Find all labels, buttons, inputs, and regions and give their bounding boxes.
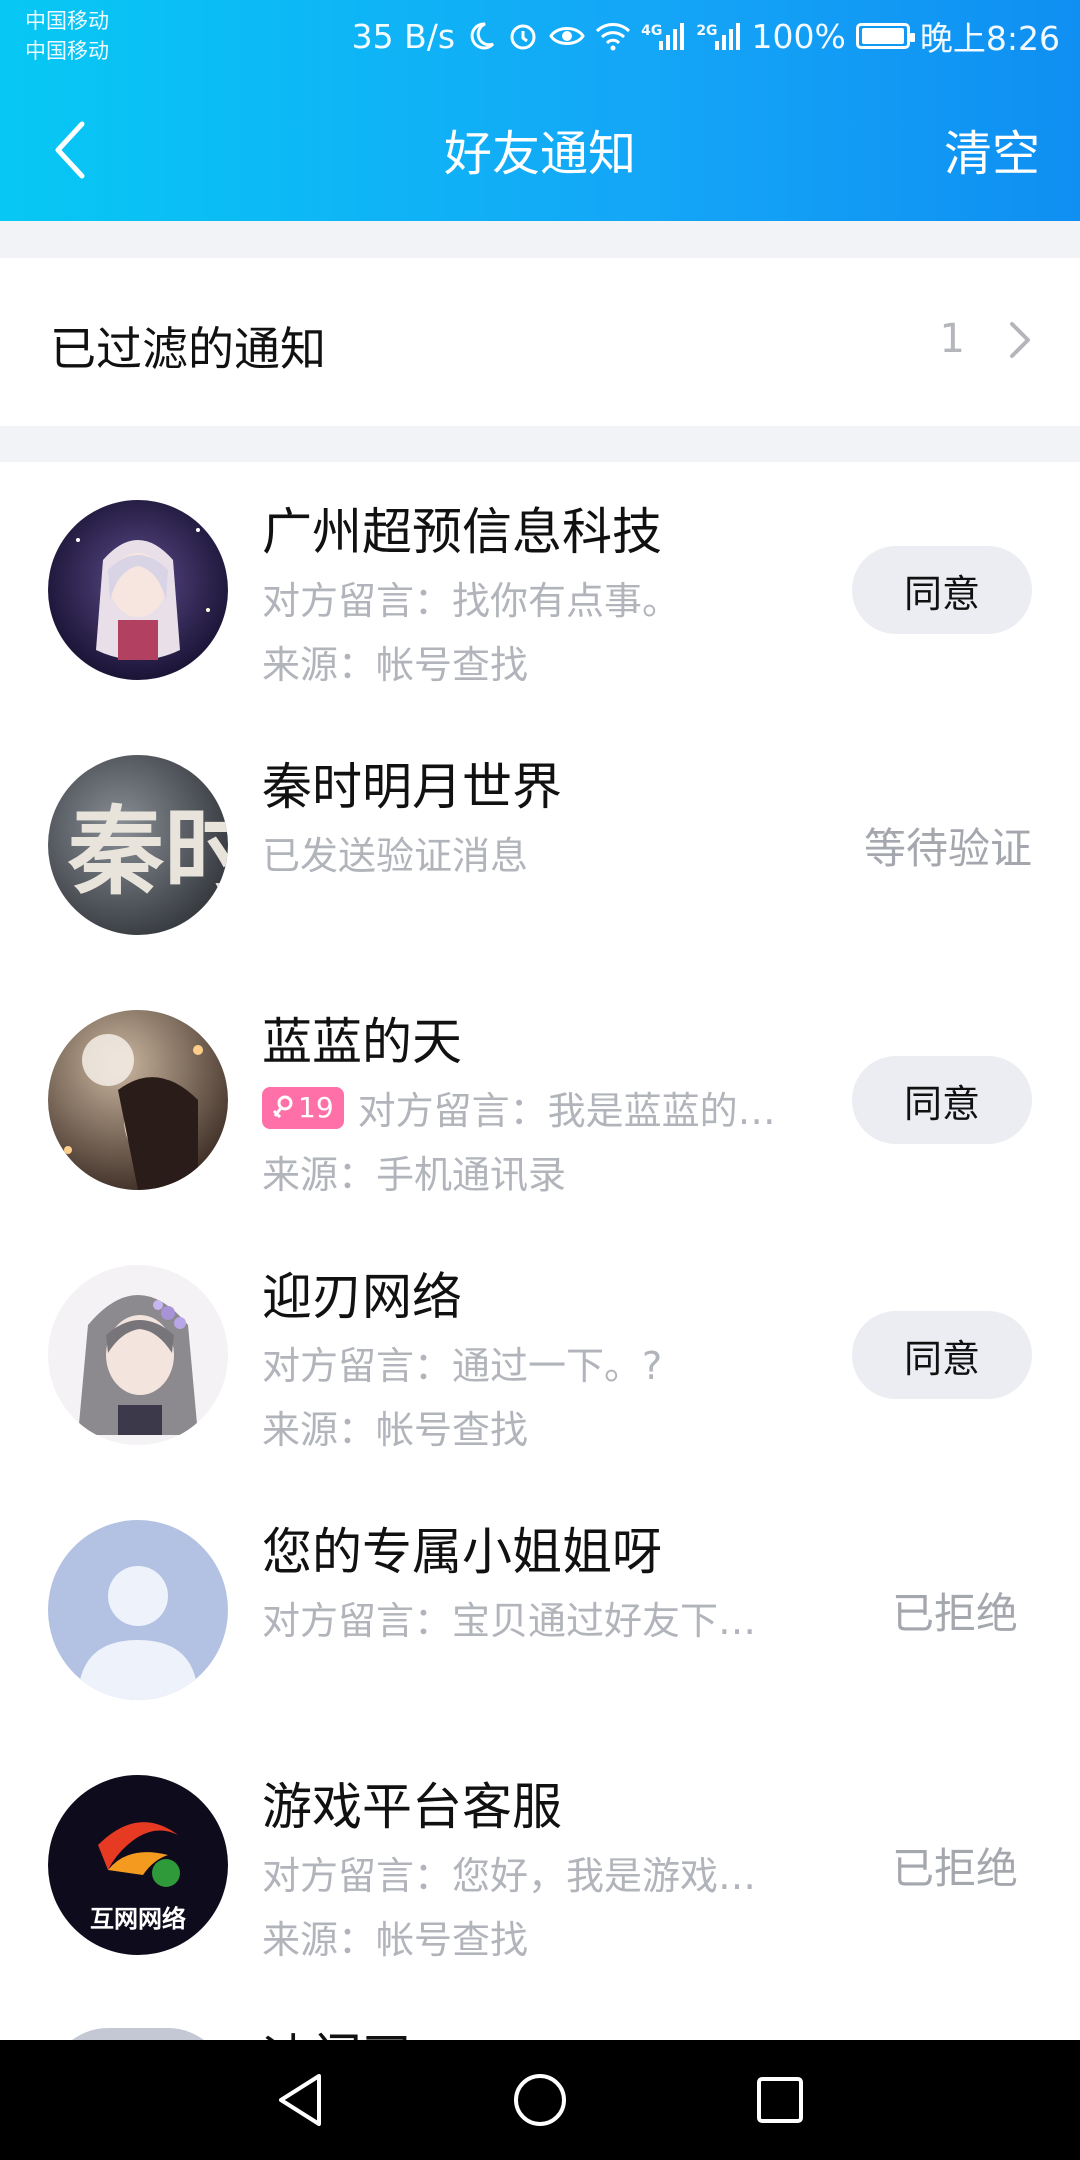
alarm-icon	[507, 20, 539, 52]
triangle-back-icon	[279, 2074, 321, 2126]
carrier-2: 中国移动	[25, 39, 109, 63]
request-message: 对方留言：我是蓝蓝的…	[357, 1089, 776, 1133]
avatar[interactable]	[48, 1265, 228, 1445]
requester-name: 迎刃网络	[262, 1268, 462, 1326]
avatar[interactable]	[48, 500, 228, 680]
list-item[interactable]: 广州超预信息科技 对方留言：找你有点事。 来源：帐号查找 同意	[0, 462, 1080, 717]
chevron-left-icon	[55, 121, 85, 179]
requester-name: 您的专属小姐姐呀	[262, 1523, 662, 1581]
back-nav-button[interactable]	[270, 2070, 330, 2130]
agree-button[interactable]: 同意	[852, 1056, 1032, 1144]
request-message-row: 19 对方留言：我是蓝蓝的…	[262, 1080, 776, 1135]
request-message: 对方留言：通过一下。?	[262, 1344, 663, 1388]
age-value: 19	[298, 1091, 334, 1124]
page-title: 好友通知	[443, 126, 636, 182]
gender-age-badge: 19	[262, 1086, 344, 1129]
avatar[interactable]	[48, 1520, 228, 1700]
filtered-notifications-label: 已过滤的通知	[50, 322, 326, 376]
square-recents-icon	[757, 2077, 803, 2123]
agree-button[interactable]: 同意	[852, 1311, 1032, 1399]
requester-name: 游戏平台客服	[262, 1778, 562, 1836]
status-indicators: 35 B/s 4G 2G 100% 晚上8:26	[351, 14, 1060, 59]
avatar[interactable]: 秦时	[48, 755, 228, 935]
clock: 晚上8:26	[919, 19, 1060, 58]
request-source: 来源：帐号查找	[262, 1918, 529, 1962]
recents-nav-button[interactable]	[750, 2070, 810, 2130]
female-icon	[272, 1095, 293, 1118]
status-bar: 中国移动 中国移动 35 B/s 4G 2G 100% 晚上8:26	[0, 0, 1080, 75]
moon-icon	[465, 20, 497, 52]
chevron-right-icon	[1008, 320, 1032, 364]
list-item[interactable]: 蓝蓝的天 19 对方留言：我是蓝蓝的… 来源：手机通讯录 同意	[0, 972, 1080, 1227]
request-message: 对方留言：宝贝通过好友下…	[262, 1599, 757, 1643]
filtered-count: 1	[939, 316, 965, 362]
carrier-1: 中国移动	[25, 9, 109, 33]
signal-4g-icon: 4G	[641, 21, 686, 51]
request-source: 来源：帐号查找	[262, 1408, 529, 1452]
section-divider	[0, 426, 1080, 462]
filtered-notifications-row[interactable]: 已过滤的通知 1	[0, 258, 1080, 426]
circle-home-icon	[514, 2074, 566, 2126]
carrier-info: 中国移动 中国移动	[25, 6, 109, 66]
request-status: 已拒绝	[891, 1844, 1018, 1893]
network-speed: 35 B/s	[351, 16, 456, 56]
requester-name: 蓝蓝的天	[262, 1013, 462, 1071]
request-message: 对方留言：您好，我是游戏…	[262, 1854, 757, 1898]
battery-icon	[855, 23, 915, 49]
battery-percent: 100%	[751, 16, 846, 56]
requester-name: 秦时明月世界	[262, 758, 562, 816]
app-header: 中国移动 中国移动 35 B/s 4G 2G 100% 晚上8:26 好友通知 …	[0, 0, 1080, 221]
agree-button[interactable]: 同意	[852, 546, 1032, 634]
list-item[interactable]: 迎刃网络 对方留言：通过一下。? 来源：帐号查找 同意	[0, 1227, 1080, 1482]
request-message: 对方留言：找你有点事。	[262, 579, 681, 623]
requester-name-partial: 迪门司	[262, 2026, 462, 2040]
section-divider	[0, 221, 1080, 258]
requester-name: 广州超预信息科技	[262, 503, 662, 561]
request-status: 等待验证	[863, 824, 1032, 873]
eye-icon	[549, 22, 585, 50]
list-item[interactable]: 互网网络 游戏平台客服 对方留言：您好，我是游戏… 来源：帐号查找 已拒绝	[0, 1737, 1080, 1992]
avatar-text: 秦时	[67, 795, 228, 908]
list-item[interactable]: 秦时 秦时明月世界 已发送验证消息 等待验证	[0, 717, 1080, 972]
home-nav-button[interactable]	[510, 2070, 570, 2130]
navigation-bar: 好友通知 清空	[0, 80, 1080, 221]
request-source: 来源：手机通讯录	[262, 1153, 567, 1197]
avatar[interactable]	[48, 1010, 228, 1190]
system-navigation-bar	[0, 2040, 1080, 2160]
signal-2g-icon: 2G	[696, 21, 741, 51]
avatar[interactable]: 互网网络	[48, 1775, 228, 1955]
request-status: 已拒绝	[891, 1589, 1018, 1638]
wifi-icon	[595, 21, 631, 51]
clear-button[interactable]: 清空	[944, 114, 1040, 184]
avatar-text: 互网网络	[90, 1905, 186, 1933]
default-avatar-icon	[48, 1520, 228, 1700]
request-message: 已发送验证消息	[262, 834, 529, 878]
request-source: 来源：帐号查找	[262, 643, 529, 687]
list-item[interactable]: 您的专属小姐姐呀 对方留言：宝贝通过好友下… 已拒绝	[0, 1482, 1080, 1737]
back-button[interactable]	[40, 110, 100, 190]
